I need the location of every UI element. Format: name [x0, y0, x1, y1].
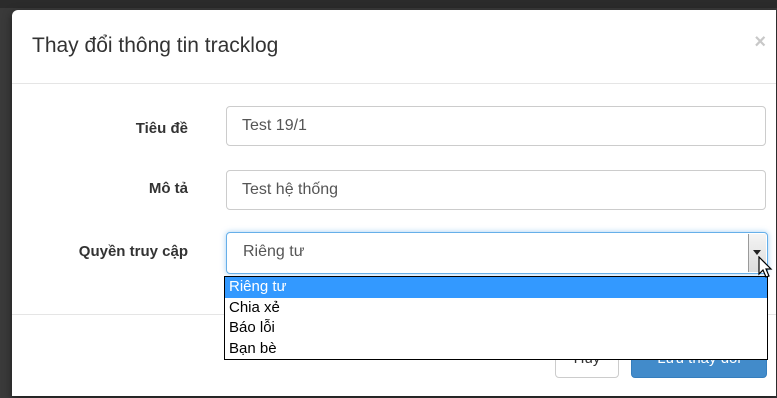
title-input[interactable]: Test 19/1: [226, 106, 766, 146]
dropdown-option-private[interactable]: Riêng tư: [225, 277, 767, 298]
access-dropdown-list: Riêng tư Chia xẻ Báo lỗi Bạn bè: [224, 276, 768, 360]
description-label: Mô tả: [148, 180, 188, 197]
modal-backdrop: [0, 0, 777, 8]
mouse-cursor-icon: [758, 256, 773, 278]
access-select[interactable]: Riêng tư: [226, 232, 768, 274]
dropdown-option-shared[interactable]: Chia xẻ: [225, 298, 767, 319]
description-input[interactable]: Test hệ thống: [226, 170, 766, 210]
dropdown-option-report-bug[interactable]: Báo lỗi: [225, 318, 767, 339]
access-select-value: Riêng tư: [243, 243, 305, 260]
dropdown-option-friends[interactable]: Bạn bè: [225, 339, 767, 360]
close-icon[interactable]: ×: [754, 32, 766, 52]
modal-header: Thay đổi thông tin tracklog ×: [12, 10, 776, 84]
title-label: Tiêu đề: [135, 120, 188, 137]
access-label: Quyền truy cập: [78, 243, 188, 260]
modal-title: Thay đổi thông tin tracklog: [32, 34, 279, 57]
